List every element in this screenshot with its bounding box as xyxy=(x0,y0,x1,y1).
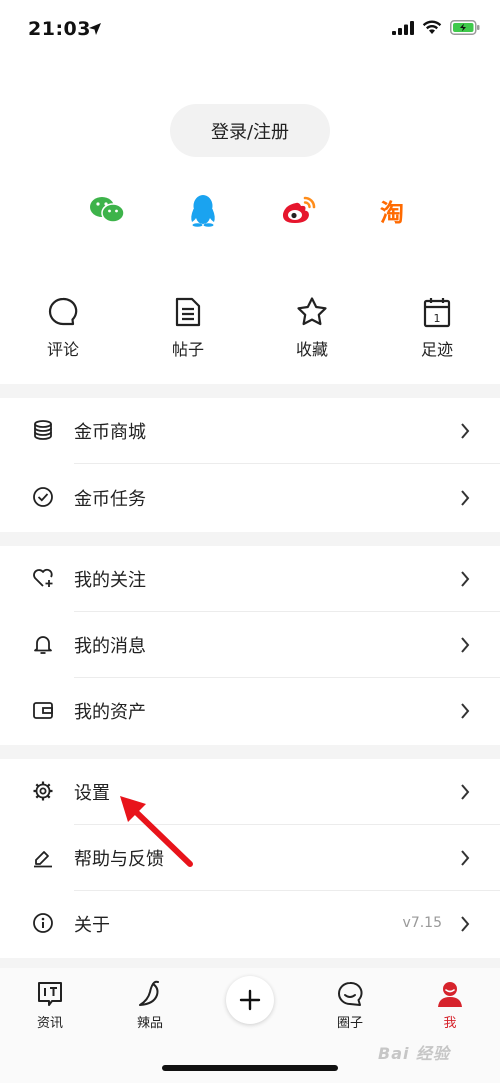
wallet-icon xyxy=(33,702,53,719)
section-divider xyxy=(0,384,500,398)
bell-icon xyxy=(34,636,52,654)
heart-plus-icon xyxy=(33,568,53,587)
quick-action-label: 评论 xyxy=(46,340,79,359)
tab-circle[interactable]: 圈子 xyxy=(310,980,390,1031)
menu-item-label: 金币任务 xyxy=(74,489,146,510)
menu-item-label: 设置 xyxy=(74,783,110,804)
weibo-icon xyxy=(282,196,316,223)
status-time: 21:03 xyxy=(28,18,91,40)
tab-label: 资讯 xyxy=(36,1016,63,1031)
menu-item-coin-tasks[interactable]: 金币任务 xyxy=(0,465,500,531)
tab-news[interactable]: 资讯 xyxy=(10,980,90,1031)
calendar-icon: 1 xyxy=(423,298,451,328)
version-text: v7.15 xyxy=(402,915,442,931)
menu-item-help-feedback[interactable]: 帮助与反馈 xyxy=(0,825,500,891)
location-arrow-icon xyxy=(89,23,101,35)
tab-me[interactable]: 我 xyxy=(410,980,490,1031)
menu-item-settings[interactable]: 设置 xyxy=(0,759,500,825)
menu-item-coin-mall[interactable]: 金币商城 xyxy=(0,398,500,464)
document-icon xyxy=(175,297,201,327)
section-divider xyxy=(0,745,500,759)
taobao-icon: 淘 xyxy=(380,198,404,227)
home-indicator xyxy=(162,1065,338,1071)
wechat-login-button[interactable] xyxy=(87,192,127,228)
user-icon xyxy=(438,982,462,1007)
quick-actions-row: 评论 帖子 收藏 1 足迹 xyxy=(0,292,500,372)
chevron-right-icon xyxy=(461,850,470,866)
chevron-right-icon xyxy=(461,637,470,653)
wechat-icon xyxy=(90,197,125,223)
news-icon xyxy=(38,982,62,1006)
quick-action-label: 足迹 xyxy=(420,340,453,359)
login-register-button[interactable]: 登录/注册 xyxy=(170,104,330,157)
chili-icon xyxy=(139,980,159,1006)
menu-item-messages[interactable]: 我的消息 xyxy=(0,612,500,678)
info-icon xyxy=(33,913,53,933)
tab-label: 圈子 xyxy=(336,1016,363,1031)
tab-chili[interactable]: 辣品 xyxy=(110,980,190,1031)
quick-action-label: 收藏 xyxy=(295,340,328,359)
quick-action-history[interactable]: 1 足迹 xyxy=(392,292,482,372)
chevron-right-icon xyxy=(461,490,470,506)
check-circle-icon xyxy=(33,487,53,507)
quick-action-label: 帖子 xyxy=(171,340,204,359)
star-icon xyxy=(297,297,327,326)
chevron-right-icon xyxy=(461,423,470,439)
tab-label: 辣品 xyxy=(136,1016,163,1031)
battery-icon xyxy=(450,20,480,35)
menu-item-following[interactable]: 我的关注 xyxy=(0,546,500,612)
quick-action-posts[interactable]: 帖子 xyxy=(143,292,233,372)
publish-plus-button[interactable] xyxy=(226,976,274,1024)
section-divider xyxy=(0,532,500,546)
annotation-arrow xyxy=(120,796,193,867)
menu-item-label: 我的资产 xyxy=(74,702,146,723)
weibo-login-button[interactable] xyxy=(279,192,319,228)
menu-item-label: 我的关注 xyxy=(74,570,146,591)
plus-icon xyxy=(239,989,261,1011)
qq-login-button[interactable] xyxy=(183,192,223,228)
coins-icon xyxy=(34,420,52,440)
comment-icon xyxy=(48,297,78,326)
menu-item-label: 关于 xyxy=(74,915,110,936)
edit-icon xyxy=(34,851,52,868)
quick-action-comments[interactable]: 评论 xyxy=(18,292,108,372)
gear-icon xyxy=(33,781,53,801)
chevron-right-icon xyxy=(461,571,470,587)
taobao-login-button[interactable]: 淘 xyxy=(372,192,412,228)
status-indicators xyxy=(392,20,480,35)
status-bar: 21:03 xyxy=(0,0,500,62)
menu-item-assets[interactable]: 我的资产 xyxy=(0,678,500,744)
quick-action-favorites[interactable]: 收藏 xyxy=(267,292,357,372)
signal-icon xyxy=(392,20,414,35)
menu-item-label: 金币商城 xyxy=(74,422,146,443)
tab-label: 我 xyxy=(443,1016,457,1031)
menu-item-about[interactable]: 关于 v7.15 xyxy=(0,891,500,957)
qq-icon xyxy=(191,195,215,227)
row-divider xyxy=(74,463,500,464)
calendar-day-text: 1 xyxy=(434,312,441,325)
chevron-right-icon xyxy=(461,916,470,932)
menu-item-label: 我的消息 xyxy=(74,636,146,657)
section-divider xyxy=(0,958,500,968)
circle-chat-icon xyxy=(338,981,363,1006)
chevron-right-icon xyxy=(461,784,470,800)
chevron-right-icon xyxy=(461,703,470,719)
wifi-icon xyxy=(422,20,442,34)
watermark: Bai 经验 xyxy=(378,1044,451,1063)
